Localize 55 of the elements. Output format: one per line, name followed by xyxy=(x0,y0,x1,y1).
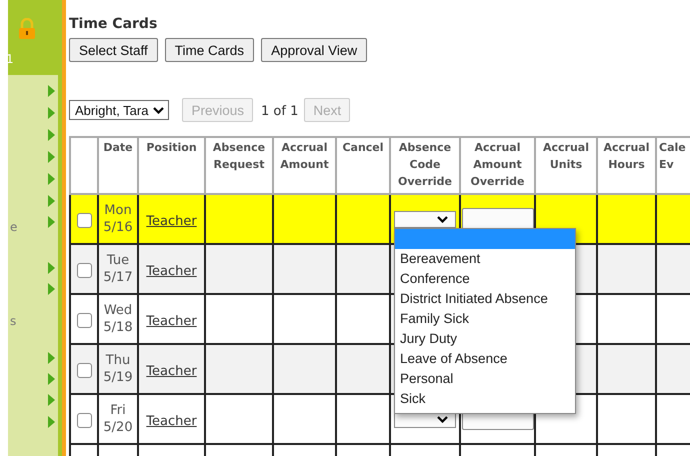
chevron-icon xyxy=(153,106,164,114)
column-header: Absence Request xyxy=(205,137,273,194)
dropdown-option[interactable]: District Initiated Absence xyxy=(395,288,575,308)
row-checkbox[interactable] xyxy=(76,212,92,228)
dropdown-option[interactable]: Bereavement xyxy=(395,248,575,268)
row-checkbox[interactable] xyxy=(76,362,92,378)
dropdown-option[interactable]: Conference xyxy=(395,268,575,288)
arrow-icon[interactable] xyxy=(48,129,55,141)
staff-select[interactable]: Abright, Tara xyxy=(69,100,170,120)
arrow-icon[interactable] xyxy=(48,283,55,295)
dropdown-option[interactable]: Jury Duty xyxy=(395,328,575,348)
lock-icon xyxy=(18,18,36,40)
column-header: Accrual Amount xyxy=(273,137,336,194)
column-header: Cale Ev xyxy=(656,137,690,194)
page-title: Time Cards xyxy=(69,16,158,32)
arrow-icon[interactable] xyxy=(48,195,55,207)
dropdown-option[interactable]: Sick xyxy=(395,388,575,408)
page-indicator: 1 of 1 xyxy=(261,104,298,119)
nav-button[interactable]: Time Cards xyxy=(164,38,254,62)
column-header: Position xyxy=(138,137,205,194)
row-checkbox[interactable] xyxy=(76,412,92,428)
chevron-icon xyxy=(437,416,448,422)
date-cell: Thu 5/19 xyxy=(103,352,133,386)
column-header: Cancel xyxy=(336,137,390,194)
date-cell: Tue 5/17 xyxy=(103,252,133,286)
dropdown-option[interactable]: Leave of Absence xyxy=(395,348,575,368)
arrow-icon[interactable] xyxy=(48,262,55,274)
column-header: Accrual Hours xyxy=(597,137,656,194)
chevron-icon xyxy=(437,216,448,222)
arrow-icon[interactable] xyxy=(48,151,55,163)
arrow-icon[interactable] xyxy=(48,173,55,185)
arrow-icon[interactable] xyxy=(48,216,55,228)
column-header: Absence Code Override xyxy=(390,137,460,194)
column-header: Accrual Units xyxy=(535,137,597,194)
absence-code-select[interactable] xyxy=(394,210,456,228)
date-cell: Wed 5/18 xyxy=(103,302,133,336)
accrual-amount-input[interactable] xyxy=(462,208,534,230)
nav-button[interactable]: Select Staff xyxy=(69,38,158,62)
menu-label: e xyxy=(10,220,18,234)
column-header: Date xyxy=(98,137,138,194)
row-checkbox[interactable] xyxy=(76,312,92,328)
column-header: Accrual Amount Override xyxy=(460,137,535,194)
menu-label: s xyxy=(10,314,16,328)
arrow-icon[interactable] xyxy=(48,416,55,428)
dropdown-option[interactable]: Personal xyxy=(395,368,575,388)
arrow-icon[interactable] xyxy=(48,107,55,119)
arrow-icon[interactable] xyxy=(48,352,55,364)
nav-button[interactable]: Approval View xyxy=(261,38,368,62)
arrow-icon[interactable] xyxy=(48,85,55,97)
row-checkbox[interactable] xyxy=(76,262,92,278)
arrow-icon[interactable] xyxy=(48,394,55,406)
dropdown-option[interactable]: Family Sick xyxy=(395,308,575,328)
date-cell: Mon 5/16 xyxy=(103,202,133,236)
arrow-icon[interactable] xyxy=(48,373,55,385)
date-cell: Fri 5/20 xyxy=(103,402,133,436)
